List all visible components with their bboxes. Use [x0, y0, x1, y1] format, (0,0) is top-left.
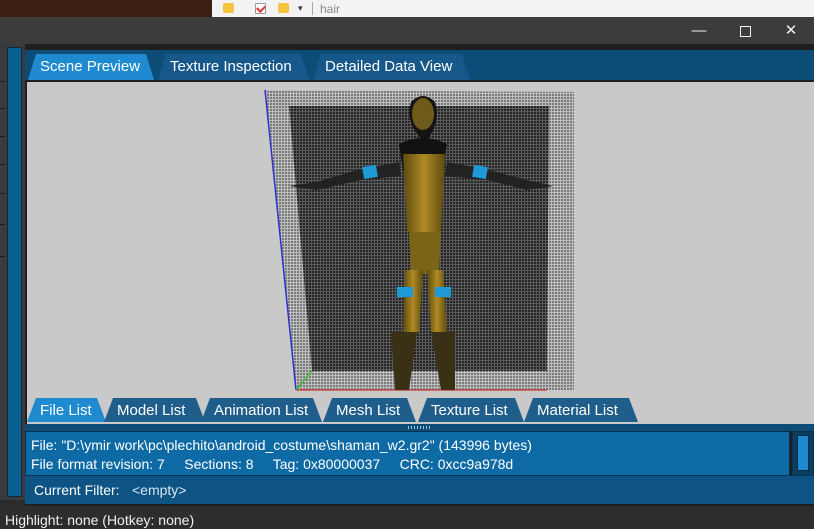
file-format-text: File format revision: 7 Sections: 8 Tag:… [31, 456, 514, 472]
scene-viewport[interactable] [27, 82, 814, 424]
explorer-titlebar: ▾ hair [212, 0, 814, 17]
dock-divider [0, 256, 5, 257]
splitter-grip-icon[interactable] [408, 426, 432, 429]
file-info-panel: File: "D:\ymir work\pc\plechito\android_… [25, 431, 790, 476]
tab-scene-preview[interactable]: Scene Preview [28, 54, 154, 80]
dock-divider [0, 224, 5, 225]
properties-icon[interactable] [255, 3, 266, 14]
left-scrollbar[interactable] [7, 47, 22, 497]
minimize-icon: — [691, 22, 707, 39]
close-button[interactable]: ✕ [768, 17, 814, 44]
left-dock-panel [0, 44, 25, 500]
tab-file-list[interactable]: File List [27, 398, 106, 422]
tab-model-list[interactable]: Model List [104, 398, 205, 422]
scrollbar-thumb[interactable] [797, 435, 809, 471]
main-panel: Scene Preview Texture Inspection Detaile… [25, 44, 814, 506]
dock-divider [0, 136, 5, 137]
folder-icon[interactable] [223, 3, 234, 13]
tab-texture-inspection[interactable]: Texture Inspection [158, 54, 309, 80]
file-path-text: File: "D:\ymir work\pc\plechito\android_… [31, 437, 532, 453]
filter-bar: Current Filter: <empty> [25, 476, 814, 504]
window-titlebar[interactable]: — ✕ [0, 17, 814, 44]
dock-divider [0, 81, 5, 82]
new-folder-icon[interactable] [278, 3, 289, 13]
status-text: Highlight: none (Hotkey: none) [5, 512, 195, 528]
tab-detailed-data-view[interactable]: Detailed Data View [313, 54, 470, 80]
close-icon: ✕ [784, 22, 798, 39]
dock-divider [0, 108, 5, 109]
status-bar: Highlight: none (Hotkey: none) [0, 506, 814, 529]
tab-texture-list[interactable]: Texture List [418, 398, 524, 422]
scene-render[interactable] [27, 82, 814, 424]
filter-label: Current Filter: [34, 482, 120, 498]
tab-mesh-list[interactable]: Mesh List [323, 398, 416, 422]
info-scrollbar[interactable] [792, 431, 814, 476]
maximize-button[interactable] [722, 17, 768, 44]
dock-divider [0, 164, 5, 165]
tab-material-list[interactable]: Material List [524, 398, 638, 422]
panel-splitter[interactable] [25, 424, 814, 431]
taskbar-strip: ▾ hair [0, 0, 814, 17]
list-tab-bar: File List Model List Animation List Mesh… [25, 396, 814, 424]
explorer-folder-title: hair [320, 2, 341, 16]
minimize-button[interactable]: — [676, 17, 722, 44]
view-tab-bar: Scene Preview Texture Inspection Detaile… [25, 50, 814, 80]
filter-value[interactable]: <empty> [132, 482, 186, 498]
divider [312, 2, 313, 15]
dock-divider [0, 193, 5, 194]
background-window [0, 0, 212, 17]
tab-animation-list[interactable]: Animation List [201, 398, 322, 422]
customize-dropdown-icon[interactable]: ▾ [298, 3, 303, 14]
maximize-icon [739, 25, 751, 37]
